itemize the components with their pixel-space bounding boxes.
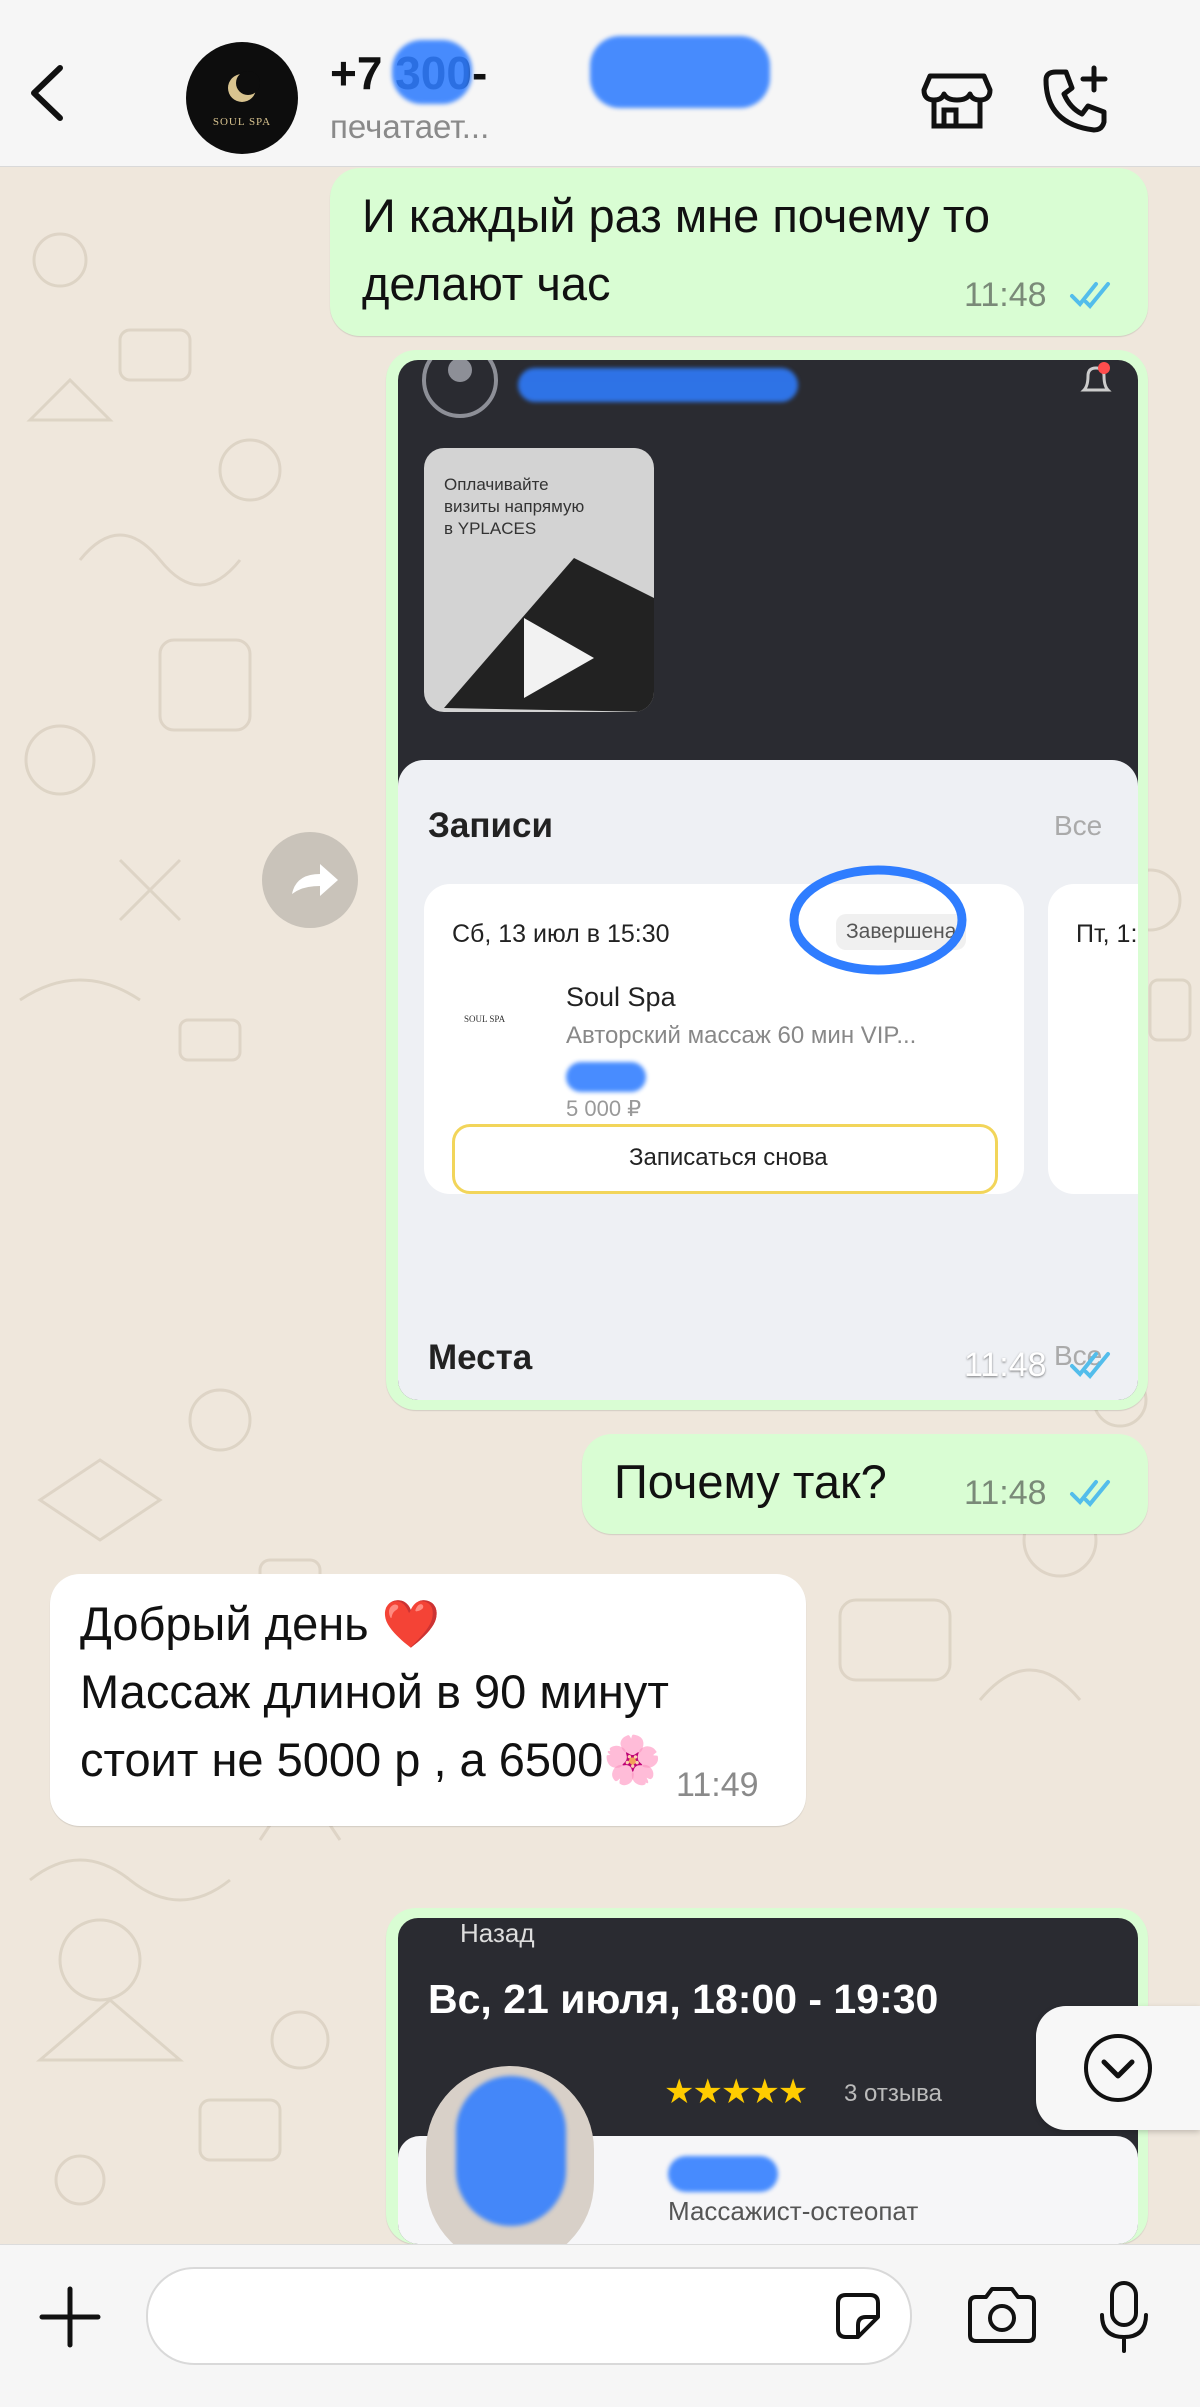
- specialist-role: Массажист-остеопат: [668, 2196, 919, 2226]
- appointment-date: Сб, 13 июл в 15:30: [452, 920, 670, 948]
- message-bubble-image[interactable]: Оплачивайте визиты напрямую в YPLACES За…: [386, 350, 1148, 1410]
- rebook-button: Записаться снова: [452, 1124, 998, 1194]
- message-bubble-incoming[interactable]: Добрый день ❤️ Массаж длиной в 90 минут …: [50, 1574, 806, 1826]
- salon-name: Soul Spa: [566, 982, 676, 1012]
- rebook-label: Записаться снова: [629, 1144, 828, 1171]
- message-time: 11:49: [676, 1766, 759, 1804]
- read-ticks-icon: [1070, 1352, 1110, 1379]
- read-ticks-icon: [1070, 282, 1110, 309]
- play-icon: [444, 558, 654, 712]
- chat-header: SOUL SPA +7 300- печатает...: [0, 0, 1200, 167]
- read-ticks-icon: [1070, 1480, 1110, 1507]
- message-time: 11:48: [964, 276, 1047, 314]
- profile-icon: [422, 360, 498, 418]
- redaction-scribble: [392, 40, 472, 104]
- section-records: Записи: [428, 806, 554, 845]
- forward-icon[interactable]: [262, 832, 358, 928]
- screenshot-image: Оплачивайте визиты напрямую в YPLACES За…: [398, 360, 1138, 1400]
- specialist-photo: [426, 2066, 594, 2244]
- message-composer: [0, 2244, 1200, 2407]
- microphone-icon[interactable]: [1096, 2279, 1152, 2359]
- redaction-scribble: [566, 1062, 646, 1092]
- service-name: Авторский массаж 60 мин VIP...: [566, 1022, 917, 1049]
- avatar-logo-text: SOUL SPA: [212, 116, 272, 128]
- message-time: 11:48: [964, 1346, 1047, 1384]
- message-bubble-outgoing[interactable]: И каждый раз мне почему то делают час 11…: [330, 168, 1148, 336]
- redaction-scribble: [668, 2156, 778, 2192]
- section-places: Места: [428, 1338, 533, 1377]
- message-bubble-image[interactable]: Назад Вс, 21 июля, 18:00 - 19:30 Массажи…: [386, 1908, 1148, 2244]
- sticker-icon[interactable]: [828, 2287, 888, 2347]
- appointment-card-next: Пт, 1:: [1048, 884, 1138, 1194]
- storefront-icon[interactable]: [920, 62, 994, 136]
- circle-scribble: [789, 865, 967, 975]
- back-link: Назад: [460, 1918, 535, 1948]
- bell-icon: [1080, 362, 1112, 392]
- promo-text: Оплачивайте визиты напрямую в YPLACES: [444, 475, 585, 538]
- moon-logo-icon: [228, 71, 260, 102]
- typing-status: печатает...: [330, 108, 490, 145]
- message-time: 11:48: [964, 1474, 1047, 1512]
- avatar[interactable]: SOUL SPA: [186, 42, 298, 154]
- appointment-date-next: Пт, 1:: [1076, 920, 1138, 948]
- promo-banner: Оплачивайте визиты напрямую в YPLACES: [424, 448, 654, 712]
- message-text: Добрый день ❤️ Массаж длиной в 90 минут …: [80, 1597, 669, 1786]
- message-bubble-outgoing[interactable]: Почему так? 11:48: [582, 1434, 1148, 1534]
- reviews-count: 3 отзыва: [844, 2080, 942, 2107]
- scroll-down-button[interactable]: [1036, 2006, 1200, 2130]
- phone-plus-icon[interactable]: [1040, 62, 1114, 136]
- service-price: 5 000 ₽: [566, 1096, 642, 1121]
- records-card: Записи Все Сб, 13 июл в 15:30 Завершена …: [398, 760, 1138, 1400]
- message-input[interactable]: [146, 2267, 912, 2365]
- salon-logo-text: SOUL SPA: [464, 1014, 506, 1024]
- screenshot-image: Назад Вс, 21 июля, 18:00 - 19:30 Массажи…: [398, 1918, 1138, 2244]
- redaction-scribble: [518, 368, 798, 402]
- redaction-scribble: [456, 2076, 566, 2226]
- plus-icon[interactable]: [36, 2283, 104, 2351]
- see-all-link: Все: [1054, 810, 1103, 841]
- message-text: Почему так?: [614, 1455, 887, 1508]
- chevron-down-icon: [1084, 2034, 1152, 2102]
- camera-icon[interactable]: [964, 2285, 1040, 2349]
- message-text: И каждый раз мне почему то делают час: [362, 189, 991, 310]
- appointment-datetime: Вс, 21 июля, 18:00 - 19:30: [428, 1976, 939, 2022]
- redaction-scribble: [590, 36, 770, 108]
- rating-stars: ★★★★★: [664, 2073, 808, 2111]
- chevron-left-icon[interactable]: [22, 58, 72, 128]
